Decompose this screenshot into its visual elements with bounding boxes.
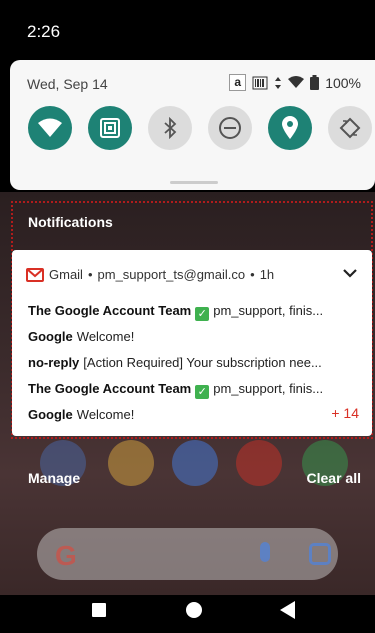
header-separator: •	[250, 267, 255, 282]
check-icon: ✓	[195, 385, 210, 399]
status-time: 2:26	[27, 22, 61, 41]
mic-icon[interactable]	[260, 542, 270, 562]
navigation-bar	[0, 595, 375, 633]
row-text: Welcome!	[76, 329, 135, 344]
nfc-icon	[100, 118, 120, 138]
tile-location[interactable]	[268, 106, 312, 150]
qs-date[interactable]: Wed, Sep 14	[27, 76, 108, 92]
manage-button[interactable]: Manage	[28, 470, 80, 486]
barcode-icon	[252, 76, 268, 89]
do-not-disturb-icon	[219, 117, 241, 139]
row-sender: Google	[28, 329, 73, 344]
tile-bluetooth[interactable]	[148, 106, 192, 150]
qs-tiles	[28, 106, 372, 150]
row-text: Welcome!	[76, 407, 135, 422]
chevron-down-icon[interactable]	[342, 267, 358, 279]
back-button[interactable]	[280, 601, 295, 619]
tile-auto-rotate[interactable]	[328, 106, 372, 150]
home-button[interactable]	[186, 602, 202, 618]
notifications-header: Notifications	[28, 214, 113, 230]
row-sender: The Google Account Team	[28, 381, 192, 396]
notification-time: 1h	[259, 267, 275, 282]
row-sender: Google	[28, 407, 73, 422]
tile-do-not-disturb[interactable]	[208, 106, 252, 150]
qs-status-icons: a 100%	[229, 74, 361, 91]
battery-percent: 100%	[325, 74, 361, 91]
gmail-app-icon	[236, 440, 282, 486]
row-text: pm_support, finis...	[213, 381, 324, 396]
bluetooth-icon	[164, 117, 177, 139]
status-bar: 2:26	[0, 0, 375, 58]
list-item[interactable]: Google Welcome!	[28, 329, 134, 344]
row-sender: no-reply	[28, 355, 80, 370]
row-text: [Action Required] Your subscription nee.…	[83, 355, 322, 370]
list-item[interactable]: Google Welcome!	[28, 407, 134, 422]
list-item[interactable]: The Google Account Team ✓ pm_support, fini…	[28, 381, 323, 399]
qs-drag-handle[interactable]	[170, 181, 218, 184]
notification-app-name: Gmail	[49, 267, 83, 282]
data-arrows-icon	[275, 76, 282, 89]
notification-account: pm_support_ts@gmail.co	[97, 267, 246, 282]
row-sender: The Google Account Team	[28, 303, 192, 318]
recents-button[interactable]	[92, 603, 106, 617]
google-logo: G	[55, 540, 77, 571]
location-icon	[282, 116, 298, 139]
list-item[interactable]: no-reply [Action Required] Your subscript…	[28, 355, 322, 370]
clear-all-button[interactable]: Clear all	[307, 470, 361, 486]
gmail-icon	[26, 267, 44, 282]
auto-rotate-icon	[339, 117, 361, 139]
photos-app-icon	[108, 440, 154, 486]
tile-wifi[interactable]	[28, 106, 72, 150]
app-notification-icon: a	[229, 74, 247, 91]
quick-settings-panel: Wed, Sep 14 a 100%	[10, 60, 375, 190]
row-text: pm_support, finis...	[213, 303, 324, 318]
wifi-status-icon	[288, 76, 305, 88]
gmail-notification-card[interactable]: Gmail • pm_support_ts@gmail.co • 1h The …	[12, 250, 372, 436]
search-bar[interactable]	[37, 528, 338, 580]
list-item[interactable]: The Google Account Team ✓ pm_support, fini…	[28, 303, 323, 321]
wifi-icon	[38, 118, 62, 137]
battery-icon	[310, 75, 320, 90]
header-separator: •	[87, 267, 93, 282]
check-icon: ✓	[195, 307, 210, 321]
more-count-badge[interactable]: + 14	[331, 405, 359, 421]
notification-card-header: Gmail • pm_support_ts@gmail.co • 1h	[26, 267, 274, 282]
lens-icon[interactable]	[309, 543, 331, 565]
calendar-app-icon	[172, 440, 218, 486]
tile-nfc[interactable]	[88, 106, 132, 150]
